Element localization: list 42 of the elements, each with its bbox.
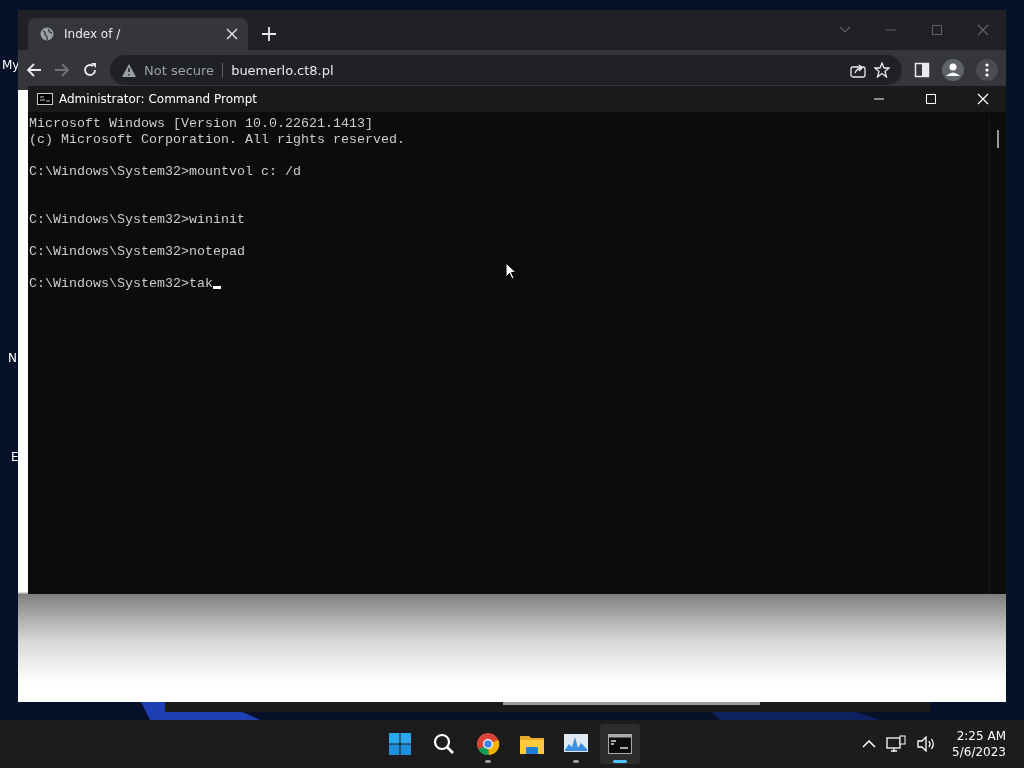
- forward-icon[interactable]: [54, 62, 70, 78]
- sidebar-icon[interactable]: [914, 62, 930, 78]
- chevron-up-icon[interactable]: [862, 739, 877, 749]
- mouse-pointer-icon: [505, 262, 517, 280]
- date-text: 5/6/2023: [952, 745, 1006, 759]
- browser-tab[interactable]: Index of /: [28, 18, 248, 50]
- globe-icon: [40, 27, 54, 41]
- desktop-icon-label[interactable]: N: [8, 351, 17, 365]
- volume-icon[interactable]: [916, 735, 937, 753]
- start-icon: [389, 733, 411, 755]
- desktop-icon-label[interactable]: My: [2, 58, 20, 72]
- profile-icon[interactable]: [942, 59, 964, 81]
- security-label: Not secure: [144, 62, 224, 78]
- menu-icon[interactable]: [976, 59, 998, 81]
- desktop-icon-label[interactable]: E: [11, 450, 19, 464]
- clock[interactable]: 2:25 AM 5/6/2023: [952, 729, 1006, 759]
- address-bar[interactable]: Not secure buemerlo.ct8.pl: [110, 55, 902, 85]
- new-tab-icon[interactable]: [262, 26, 276, 41]
- close-tab-icon[interactable]: [226, 28, 238, 40]
- scrollbar-thumb[interactable]: [997, 130, 999, 148]
- console-icon: [37, 93, 53, 105]
- performance-monitor-icon: [564, 734, 588, 754]
- share-icon[interactable]: [850, 62, 866, 78]
- window-title: Administrator: Command Prompt: [59, 92, 258, 106]
- console-output-line: C:\Windows\System32>notepad: [29, 244, 245, 259]
- folder-icon: [520, 734, 544, 754]
- warning-icon: [122, 63, 136, 77]
- console-output-line: (c) Microsoft Corporation. All rights reserved.: [29, 132, 405, 147]
- command-input-line[interactable]: C:\Windows\System32>tak: [29, 276, 213, 291]
- console-output-line: C:\Windows\System32>mountvol c: /d: [29, 164, 301, 179]
- command-prompt-icon: [608, 734, 632, 754]
- reload-icon[interactable]: [82, 62, 98, 78]
- url-text: buemerlo.ct8.pl: [231, 62, 334, 78]
- taskbar-button[interactable]: [600, 724, 640, 764]
- back-icon[interactable]: [26, 62, 42, 78]
- console-output-line: Microsoft Windows [Version 10.0.22621.1413]: [29, 116, 373, 131]
- search-icon: [433, 733, 455, 755]
- time-text: 2:25 AM: [956, 729, 1006, 743]
- network-icon[interactable]: [886, 735, 907, 753]
- star-icon[interactable]: [874, 62, 890, 78]
- console-output-line: C:\Windows\System32>wininit: [29, 212, 245, 227]
- browser-icon: [476, 732, 500, 756]
